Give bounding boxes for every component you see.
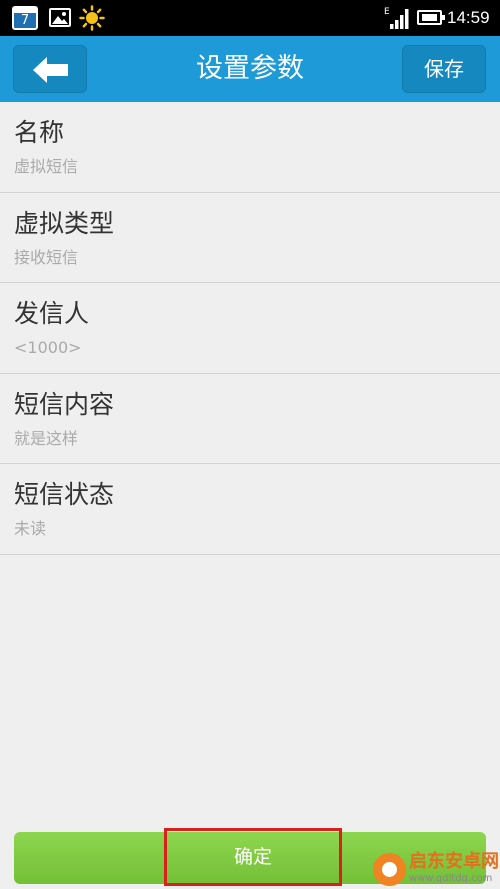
watermark-name: 启东安卓网	[409, 851, 499, 872]
setting-row-sender[interactable]: 发信人 <1000>	[0, 283, 500, 374]
status-bar: 7 E 14:59	[0, 0, 500, 36]
setting-label: 短信内容	[14, 389, 115, 419]
watermark-url: www.qdltdq.com	[409, 873, 493, 884]
setting-value: 接收短信	[14, 247, 79, 267]
setting-label: 发信人	[14, 299, 90, 329]
highlight-box	[164, 828, 342, 886]
setting-value: <1000>	[14, 338, 82, 358]
clock: 14:59	[447, 8, 490, 27]
setting-value: 就是这样	[14, 428, 79, 448]
setting-row-status[interactable]: 短信状态 未读	[0, 464, 500, 555]
battery-icon	[417, 10, 445, 25]
setting-label: 短信状态	[14, 480, 115, 510]
setting-label: 名称	[14, 118, 65, 147]
setting-value: 未读	[14, 519, 47, 539]
setting-row-content[interactable]: 短信内容 就是这样	[0, 374, 500, 465]
calendar-day: 7	[20, 13, 30, 28]
watermark-logo-icon	[373, 853, 406, 886]
setting-row-type[interactable]: 虚拟类型 接收短信	[0, 193, 500, 284]
setting-label: 虚拟类型	[14, 208, 115, 238]
network-type: E	[384, 7, 390, 17]
calendar-icon: 7	[12, 6, 38, 30]
title-bar: 设置参数 保存	[0, 36, 500, 102]
signal-icon: E	[384, 7, 409, 29]
gallery-icon	[49, 8, 71, 27]
setting-row-name[interactable]: 名称 虚拟短信	[0, 102, 500, 193]
setting-value: 虚拟短信	[14, 157, 79, 176]
weather-sun-icon	[79, 5, 105, 31]
settings-list: 名称 虚拟短信 虚拟类型 接收短信 发信人 <1000> 短信内容 就是这样 短…	[0, 102, 500, 555]
save-button[interactable]: 保存	[402, 45, 486, 93]
